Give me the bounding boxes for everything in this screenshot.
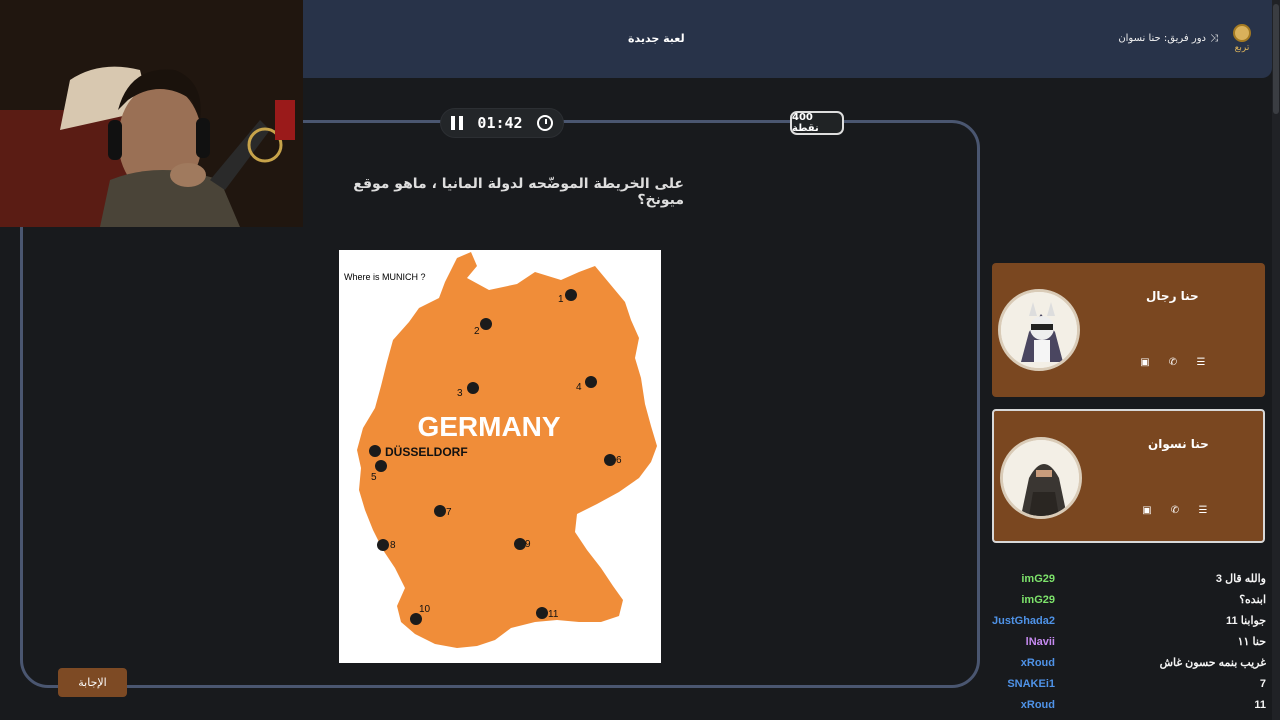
chat-message-text: 7	[1259, 677, 1266, 690]
reset-timer-icon[interactable]	[537, 115, 553, 131]
timer-bar: 01:42	[440, 108, 564, 138]
germany-map: Where is MUNICH ? GERMANY DÜSSELDORF 1 2 3…	[344, 252, 657, 648]
streamer-webcam	[0, 0, 303, 227]
team-actions: ▣ ✆ ☰	[1140, 357, 1206, 368]
team-actions: ▣ ✆ ☰	[1142, 505, 1208, 516]
brand-logo: تربع	[1230, 24, 1254, 56]
chat-message: حنا ١١ lNavii	[986, 631, 1266, 652]
page-scrollbar[interactable]	[1272, 0, 1280, 720]
chat-message: غريب بنمه حسون غاش xRoud	[986, 652, 1266, 673]
map-marker-label: 7	[446, 507, 452, 518]
map-marker	[565, 289, 577, 301]
map-marker	[480, 318, 492, 330]
chat-username: xRoud	[1020, 656, 1055, 669]
phone-icon[interactable]: ✆	[1168, 357, 1178, 368]
chat-message: 11 xRoud	[986, 694, 1266, 715]
chat-message: والله قال 3 imG29	[986, 568, 1266, 589]
chat-username: JustGhada2	[992, 614, 1055, 627]
team-name: حنا رجال	[1146, 289, 1199, 303]
map-country-label: GERMANY	[417, 411, 560, 442]
question-text: على الخريطة الموضّحه لدولة المانيا ، ماه…	[353, 176, 684, 208]
chat-feed: والله قال 3 imG29 ابنده؟ imG29 جوابنا 11 Just…	[986, 568, 1266, 715]
map-marker	[467, 382, 479, 394]
team-name: حنا نسوان	[1148, 437, 1209, 451]
team-turn-indicator: دور فريق: حنا نسوان ⤨	[1118, 33, 1218, 44]
phone-icon[interactable]: ✆	[1170, 505, 1180, 516]
chat-username: imG29	[1021, 593, 1055, 606]
turn-label: دور فريق: حنا نسوان	[1118, 33, 1206, 44]
map-marker-label: 1	[558, 294, 564, 305]
map-marker	[434, 505, 446, 517]
card-icon[interactable]: ▣	[1142, 505, 1152, 516]
chat-username: imG29	[1021, 572, 1055, 585]
chat-username: lNavii	[1025, 635, 1055, 648]
chat-message-text: 11	[1254, 698, 1266, 711]
map-marker	[536, 607, 548, 619]
chat-message-text: غريب بنمه حسون غاش	[1159, 657, 1266, 669]
map-marker-label: 6	[616, 455, 622, 466]
question-image: Where is MUNICH ? GERMANY DÜSSELDORF 1 2 3…	[339, 250, 661, 663]
map-marker	[585, 376, 597, 388]
chat-message-text: جوابنا 11	[1226, 615, 1266, 627]
map-marker	[377, 539, 389, 551]
chat-message: جوابنا 11 JustGhada2	[986, 610, 1266, 631]
scrollbar-thumb[interactable]	[1273, 4, 1279, 114]
map-city-label: DÜSSELDORF	[385, 444, 468, 459]
map-marker-label: 11	[548, 609, 559, 620]
new-game-button[interactable]: لعبة جديدة	[628, 32, 685, 45]
chat-username: SNAKEi1	[1007, 677, 1055, 690]
map-marker-label: 9	[525, 539, 531, 550]
chat-message: 7 SNAKEi1	[986, 673, 1266, 694]
team-avatar-women	[1000, 437, 1082, 519]
map-marker	[604, 454, 616, 466]
team-avatar-men	[998, 289, 1080, 371]
team-card-men: حنا رجال ▣ ✆ ☰	[992, 263, 1265, 397]
timer-display: 01:42	[477, 114, 523, 132]
map-marker-label: 10	[419, 604, 431, 615]
map-prompt: Where is MUNICH ?	[344, 272, 426, 282]
map-marker-label: 5	[371, 472, 377, 483]
answer-button[interactable]: الإجابة	[58, 668, 127, 697]
chat-message-text: والله قال 3	[1215, 573, 1266, 585]
pause-icon[interactable]	[451, 116, 463, 130]
map-marker-label: 2	[474, 326, 480, 337]
dusseldorf-marker	[369, 445, 381, 457]
map-marker	[375, 460, 387, 472]
map-marker-label: 8	[390, 540, 396, 551]
list-icon[interactable]: ☰	[1198, 505, 1208, 516]
map-marker-label: 3	[457, 388, 463, 399]
card-icon[interactable]: ▣	[1140, 357, 1150, 368]
owl-logo-icon	[1233, 24, 1251, 42]
team-card-women: حنا نسوان ▣ ✆ ☰	[992, 409, 1265, 543]
brand-name: تربع	[1234, 43, 1250, 53]
points-badge: 400 نقطة	[790, 111, 844, 135]
chat-message: ابنده؟ imG29	[986, 589, 1266, 610]
webcam-feed	[0, 0, 303, 227]
list-icon[interactable]: ☰	[1196, 357, 1206, 368]
chat-message-text: حنا ١١	[1237, 636, 1266, 648]
map-marker-label: 4	[576, 382, 582, 393]
chat-message-text: ابنده؟	[1239, 594, 1266, 606]
chat-username: xRoud	[1020, 698, 1055, 711]
shuffle-icon[interactable]: ⤨	[1210, 33, 1218, 44]
